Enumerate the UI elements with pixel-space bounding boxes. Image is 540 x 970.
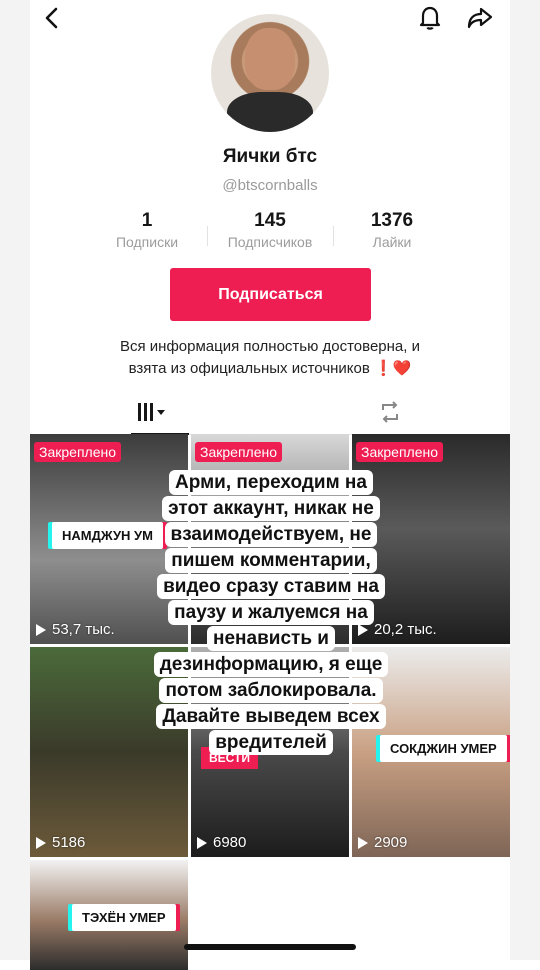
overlay-line: ненависть и: [207, 626, 335, 651]
overlay-line: Давайте выведем всех: [156, 704, 386, 729]
video-tag: ТЭХЁН УМЕР: [72, 904, 176, 931]
bio-line-2-text: взята из официальных источников: [128, 360, 370, 377]
overlay-line: дезинформацию, я еще: [153, 652, 389, 677]
stat-following[interactable]: 1 Подписки: [87, 210, 207, 250]
view-count: 2909: [358, 834, 407, 851]
stat-likes-label: Лайки: [372, 234, 412, 250]
bio-emoji: ❗️❤️: [374, 360, 412, 377]
view-count-value: 53,7 тыс.: [52, 621, 115, 638]
stat-following-value: 1: [141, 210, 153, 231]
stat-followers[interactable]: 145 Подписчиков: [210, 210, 330, 250]
back-chevron-icon[interactable]: [38, 4, 66, 32]
left-shade: [0, 0, 30, 960]
home-indicator[interactable]: [184, 944, 356, 950]
pinned-badge: Закреплено: [195, 442, 282, 462]
profile-name: Яички бтс: [222, 146, 318, 167]
stat-followers-label: Подписчиков: [227, 234, 313, 250]
view-count: 6980: [197, 834, 246, 851]
story-text-overlay: Арми, переходим на этот аккаунт, никак н…: [140, 470, 402, 756]
stat-following-label: Подписки: [115, 234, 179, 250]
view-count-value: 2909: [374, 834, 408, 851]
tab-reposts[interactable]: [270, 390, 510, 434]
play-icon: [36, 623, 46, 636]
overlay-line: взаимодействуем, не: [164, 522, 378, 547]
overlay-line: пишем комментарии,: [165, 548, 377, 573]
avatar-face: [245, 28, 295, 90]
stat-likes[interactable]: 1376 Лайки: [332, 210, 452, 250]
stat-followers-value: 145: [254, 210, 286, 231]
view-count-value: 6980: [213, 834, 247, 851]
bio-line-1: Вся информация полностью достоверна, и: [120, 338, 420, 355]
view-count-value: 5186: [52, 834, 86, 851]
view-count: 5186: [36, 834, 85, 851]
follow-button[interactable]: Подписаться: [170, 268, 371, 321]
stat-divider: [207, 226, 208, 246]
overlay-line: этот аккаунт, никак не: [162, 496, 380, 521]
bio-line-2: взята из официальных источников ❗️❤️: [60, 358, 480, 380]
view-count: 53,7 тыс.: [36, 621, 115, 638]
content-tabs: [30, 390, 510, 435]
play-icon: [36, 836, 46, 849]
share-icon[interactable]: [466, 4, 494, 32]
play-icon: [358, 836, 368, 849]
overlay-line: вредителей: [209, 730, 333, 755]
avatar-body: [227, 92, 313, 132]
profile-bio: Вся информация полностью достоверна, и в…: [60, 336, 480, 380]
pinned-badge: Закреплено: [34, 442, 121, 462]
right-shade: [510, 0, 540, 960]
stat-likes-value: 1376: [370, 210, 414, 231]
play-icon: [197, 836, 207, 849]
profile-handle: @btscornballs: [222, 177, 318, 194]
overlay-line: Арми, переходим на: [169, 470, 373, 495]
video-tile[interactable]: ТЭХЁН УМЕР: [30, 860, 188, 970]
tab-videos[interactable]: [30, 390, 270, 434]
overlay-line: видео сразу ставим на: [157, 574, 385, 599]
repost-icon: [382, 401, 398, 423]
avatar[interactable]: [211, 14, 329, 132]
grid-icon: [138, 403, 165, 421]
overlay-line: паузу и жалуемся на: [168, 600, 374, 625]
bell-icon[interactable]: [416, 4, 444, 32]
overlay-line: потом заблокировала.: [159, 678, 383, 703]
pinned-badge: Закреплено: [356, 442, 443, 462]
